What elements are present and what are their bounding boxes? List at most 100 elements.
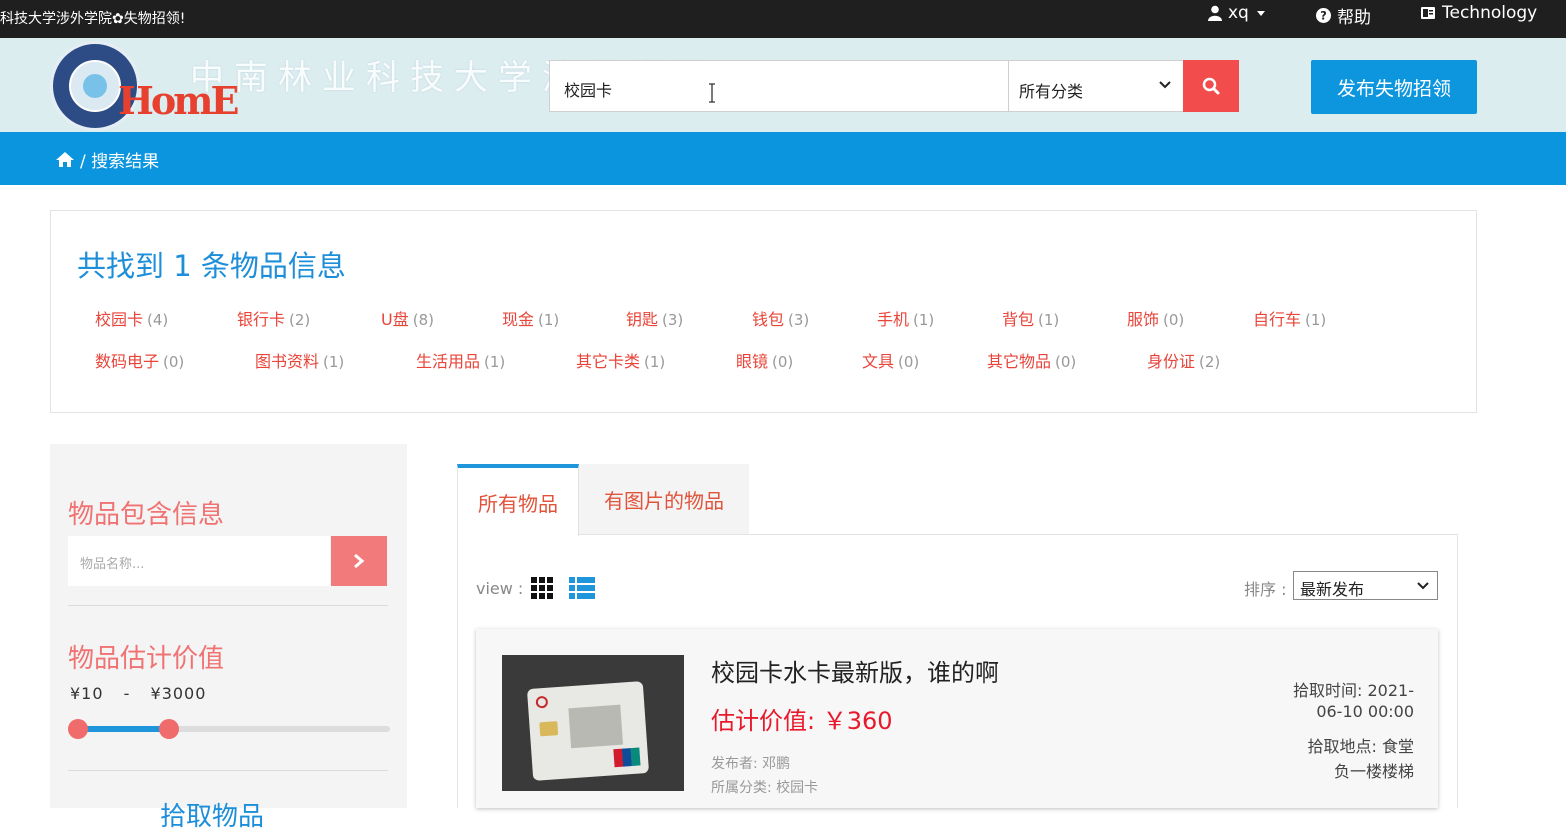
category-link[interactable]: 背包 (1) [1002,306,1059,330]
tab-all-items[interactable]: 所有物品 [457,464,579,536]
caret-down-icon [1256,10,1265,16]
view-label: view : [476,578,524,598]
language-menu[interactable]: Technology [1420,3,1537,23]
price-slider-min-handle[interactable] [68,719,88,739]
category-label: 数码电子 [95,352,160,371]
category-label: 手机 [877,310,910,329]
category-label: 其它物品 [987,352,1052,371]
chevron-down-icon [1417,582,1429,590]
list-view-icon[interactable] [569,577,596,599]
breadcrumb-bar: / 搜索结果 [0,132,1566,185]
item-card[interactable]: 校园卡水卡最新版，谁的啊 估计价值: ￥360 发布者: 邓鹏 所属分类: 校园… [476,629,1438,808]
search-button[interactable] [1183,60,1239,112]
question-circle-icon: ? [1316,8,1331,23]
item-name-submit-button[interactable] [331,536,387,586]
user-menu[interactable]: xq [1208,3,1265,23]
item-value: 估计价值: ￥360 [711,707,893,735]
breadcrumb: / 搜索结果 [56,147,159,172]
category-link[interactable]: 其它卡类 (1) [576,348,665,372]
pickup-time-line1: 拾取时间: 2021- [1293,681,1414,700]
category-count: (1) [323,353,345,371]
search-icon [1202,77,1220,95]
category-count: (1) [1305,311,1327,329]
category-count: (1) [484,353,506,371]
svg-text:?: ? [1320,10,1327,23]
header: HomE 中南林业科技大学涉外学院 校园卡 所有分类 发布失物招领 [0,38,1566,132]
category-count: (3) [662,311,684,329]
search-value: 校园卡 [564,81,613,100]
category-count: (1) [1038,311,1060,329]
category-link[interactable]: 校园卡 (4) [95,306,168,330]
category-link[interactable]: 银行卡 (2) [237,306,310,330]
category-link[interactable]: 自行车 (1) [1253,306,1326,330]
category-label: 背包 [1002,310,1035,329]
chevron-down-icon [1159,81,1171,89]
results-count-title: 共找到 1 条物品信息 [77,249,346,283]
category-link[interactable]: 文具 (0) [862,348,919,372]
pickup-filter-heading: 拾取物品 [160,802,265,832]
publish-lost-found-button[interactable]: 发布失物招领 [1311,60,1477,114]
price-separator: - [123,684,131,703]
category-count: (8) [412,311,434,329]
category-link[interactable]: 数码电子 (0) [95,348,184,372]
category-link[interactable]: 生活用品 (1) [416,348,505,372]
category-count: (0) [898,353,920,371]
sort-label: 排序 : [1244,580,1287,599]
user-icon [1208,5,1222,21]
view-toggle: view : [476,577,596,599]
category-count: (0) [163,353,185,371]
text-cursor-icon [709,83,715,103]
category-label: 生活用品 [416,352,481,371]
sort-selected: 最新发布 [1300,580,1365,599]
pickup-place-line1: 拾取地点: 食堂 [1307,737,1414,756]
item-category: 所属分类: 校园卡 [711,780,819,796]
category-count: (0) [772,353,794,371]
item-thumbnail[interactable] [502,655,684,791]
sort-select[interactable]: 最新发布 [1293,571,1438,600]
item-publisher: 发布者: 邓鹏 [711,756,791,772]
category-count: (0) [1055,353,1077,371]
grid-view-icon[interactable] [531,577,554,599]
category-label: 自行车 [1253,310,1302,329]
home-icon[interactable] [56,152,74,167]
user-name: xq [1228,3,1249,23]
category-link[interactable]: 钥匙 (3) [626,306,683,330]
category-count: (2) [1199,353,1221,371]
language-label: Technology [1442,3,1538,23]
category-link[interactable]: 服饰 (0) [1127,306,1184,330]
category-label: 现金 [502,310,535,329]
category-link[interactable]: 图书资料 (1) [255,348,344,372]
category-link[interactable]: 手机 (1) [877,306,934,330]
price-slider-range [74,726,169,732]
category-label: 钱包 [752,310,785,329]
breadcrumb-current: / 搜索结果 [80,152,160,172]
item-name-input[interactable]: 物品名称... [68,536,330,586]
category-link[interactable]: 身份证 (2) [1147,348,1220,372]
help-link[interactable]: ? 帮助 [1316,3,1371,28]
category-link[interactable]: U盘 (8) [381,306,434,330]
category-label: 服饰 [1127,310,1160,329]
category-count: (1) [913,311,935,329]
category-link[interactable]: 现金 (1) [502,306,559,330]
category-selected: 所有分类 [1019,82,1084,101]
category-link[interactable]: 钱包 (3) [752,306,809,330]
divider [68,770,388,771]
category-label: 文具 [862,352,895,371]
category-link[interactable]: 眼镜 (0) [736,348,793,372]
price-slider-max-handle[interactable] [158,719,179,739]
value-filter-heading: 物品估计价值 [68,644,225,674]
item-title[interactable]: 校园卡水卡最新版，谁的啊 [711,653,999,688]
category-select[interactable]: 所有分类 [1008,60,1184,112]
category-label: 银行卡 [237,310,286,329]
category-count: (0) [1163,311,1185,329]
tab-items-with-images[interactable]: 有图片的物品 [579,464,749,534]
pickup-time-line2: 06-10 00:00 [1316,702,1414,721]
site-title: 科技大学涉外学院✿失物招领! [0,11,186,27]
search-input[interactable]: 校园卡 [549,60,1009,112]
price-max: ¥3000 [150,684,207,703]
category-label: 眼镜 [736,352,769,371]
info-filter-heading: 物品包含信息 [68,500,225,530]
category-link[interactable]: 其它物品 (0) [987,348,1076,372]
category-label: 校园卡 [95,310,144,329]
divider [68,605,388,606]
